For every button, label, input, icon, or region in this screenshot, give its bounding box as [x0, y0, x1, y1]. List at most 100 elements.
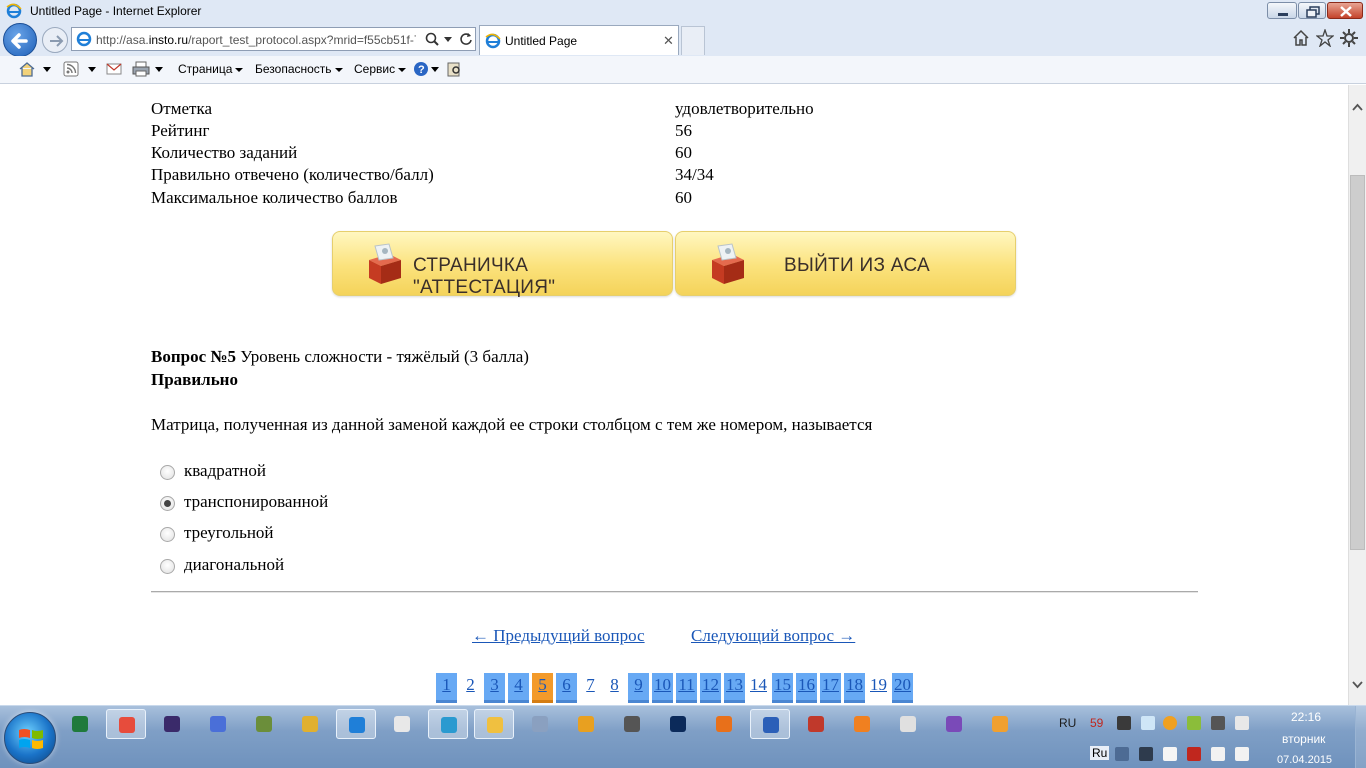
- tools-menu[interactable]: Сервис: [354, 62, 407, 76]
- back-button[interactable]: [3, 23, 37, 57]
- taskbar-button-screen[interactable]: [428, 709, 468, 739]
- page-link[interactable]: 2: [460, 673, 481, 703]
- page-link[interactable]: 13: [724, 673, 745, 703]
- nvidia-icon[interactable]: [1117, 716, 1131, 730]
- taskbar-button-audio[interactable]: [520, 709, 560, 739]
- taskbar-button-chrome[interactable]: [106, 709, 146, 739]
- taskbar-button-vs[interactable]: [934, 709, 974, 739]
- search-icon[interactable]: [424, 31, 440, 47]
- radio-button[interactable]: [160, 559, 175, 574]
- taskbar-button-firefox[interactable]: [704, 709, 744, 739]
- page-link[interactable]: 8: [604, 673, 625, 703]
- page-link[interactable]: 17: [820, 673, 841, 703]
- new-tab-button[interactable]: [681, 26, 705, 55]
- help-icon[interactable]: ?: [413, 61, 429, 77]
- minimize-button[interactable]: [1267, 2, 1297, 19]
- language-indicator[interactable]: RU: [1059, 716, 1076, 730]
- page-link[interactable]: 6: [556, 673, 577, 703]
- page-link[interactable]: 18: [844, 673, 865, 703]
- taskbar-button-camera[interactable]: [612, 709, 652, 739]
- page-link[interactable]: 9: [628, 673, 649, 703]
- chevron-down-icon[interactable]: [431, 67, 439, 72]
- chevron-down-icon[interactable]: [88, 67, 96, 72]
- gear-icon[interactable]: [1340, 29, 1358, 47]
- page-link-current[interactable]: 5: [532, 673, 553, 703]
- next-question-link[interactable]: Следующий вопрос →: [691, 626, 855, 646]
- orange-circle-icon[interactable]: [1163, 716, 1177, 730]
- safety-menu[interactable]: Безопасность: [255, 62, 343, 76]
- battery-icon[interactable]: [1211, 747, 1225, 761]
- scroll-up-icon[interactable]: [1349, 85, 1366, 125]
- taskbar-button-burn[interactable]: [796, 709, 836, 739]
- page-menu[interactable]: Страница: [178, 62, 244, 76]
- taskbar-button-calc[interactable]: [888, 709, 928, 739]
- radio-button[interactable]: [160, 465, 175, 480]
- taskbar-button-word[interactable]: [750, 709, 790, 739]
- taskbar-button-excel[interactable]: [60, 709, 100, 739]
- taskbar-button-ie[interactable]: [336, 709, 376, 739]
- taskbar-button-d-app[interactable]: [198, 709, 238, 739]
- taskbar-button-explorer[interactable]: [474, 709, 514, 739]
- chevron-down-icon[interactable]: [43, 67, 51, 72]
- previous-question-link[interactable]: ← Предыдущий вопрос: [472, 626, 645, 646]
- attestation-page-button[interactable]: СТРАНИЧКА "АТТЕСТАЦИЯ": [332, 231, 673, 298]
- radio-button[interactable]: [160, 527, 175, 542]
- taskbar-button-wifi-app[interactable]: [382, 709, 422, 739]
- pen-icon[interactable]: [1235, 716, 1249, 730]
- address-bar[interactable]: http://asa.insto.ru/raport_test_protocol…: [71, 27, 476, 51]
- home-icon[interactable]: [1292, 29, 1310, 47]
- page-link[interactable]: 14: [748, 673, 769, 703]
- print-icon[interactable]: [132, 61, 150, 77]
- address-url[interactable]: http://asa.insto.ru/raport_test_protocol…: [96, 33, 416, 47]
- stack-icon[interactable]: [1187, 716, 1201, 730]
- taskbar-button-notes[interactable]: [290, 709, 330, 739]
- clock-date[interactable]: 07.04.2015: [1277, 754, 1332, 766]
- taskbar-button-media[interactable]: [152, 709, 192, 739]
- page-link[interactable]: 20: [892, 673, 913, 703]
- page-link[interactable]: 4: [508, 673, 529, 703]
- refresh-icon[interactable]: [458, 31, 474, 47]
- page-link[interactable]: 12: [700, 673, 721, 703]
- clock-weekday[interactable]: вторник: [1282, 732, 1325, 746]
- clock-time[interactable]: 22:16: [1291, 710, 1321, 724]
- dropbox-icon[interactable]: [1211, 716, 1225, 730]
- research-icon[interactable]: [446, 61, 462, 77]
- taskbar-button-tree[interactable]: [244, 709, 284, 739]
- snowflake-icon[interactable]: [1141, 716, 1155, 730]
- notification-count[interactable]: 59: [1090, 716, 1103, 730]
- forward-button[interactable]: [42, 27, 68, 53]
- volume-icon[interactable]: [1115, 747, 1129, 761]
- restore-button[interactable]: [1298, 2, 1326, 19]
- rss-feed-icon[interactable]: [63, 61, 79, 77]
- mail-icon[interactable]: [106, 61, 122, 77]
- close-window-button[interactable]: [1327, 2, 1363, 19]
- taskbar-button-player[interactable]: [980, 709, 1020, 739]
- page-link[interactable]: 16: [796, 673, 817, 703]
- show-desktop-button[interactable]: [1355, 706, 1366, 768]
- network-bars-icon[interactable]: [1235, 747, 1249, 761]
- taskbar-button-photoshop[interactable]: [658, 709, 698, 739]
- page-link[interactable]: 15: [772, 673, 793, 703]
- page-link[interactable]: 10: [652, 673, 673, 703]
- chevron-down-icon[interactable]: [155, 67, 163, 72]
- taskbar-button-two-app[interactable]: [842, 709, 882, 739]
- chevron-down-icon[interactable]: [444, 37, 452, 43]
- speaker-icon[interactable]: [1187, 747, 1201, 761]
- start-button[interactable]: [4, 712, 56, 764]
- page-link[interactable]: 1: [436, 673, 457, 703]
- display-icon[interactable]: [1139, 747, 1153, 761]
- page-link[interactable]: 11: [676, 673, 697, 703]
- vertical-scrollbar[interactable]: [1348, 85, 1366, 705]
- keyboard-layout[interactable]: Ru: [1090, 746, 1110, 760]
- action-center-flag-icon[interactable]: [1163, 747, 1177, 761]
- tab-close-icon[interactable]: ✕: [663, 33, 674, 49]
- page-link[interactable]: 7: [580, 673, 601, 703]
- scroll-down-icon[interactable]: [1349, 670, 1366, 705]
- home-icon[interactable]: [18, 61, 36, 77]
- radio-button-selected[interactable]: [160, 496, 175, 511]
- exit-asa-button[interactable]: ВЫЙТИ ИЗ АСА: [675, 231, 1016, 296]
- favorites-star-icon[interactable]: [1316, 29, 1334, 47]
- taskbar-button-triangle-app[interactable]: [566, 709, 606, 739]
- tab-untitled-page[interactable]: Untitled Page ✕: [479, 25, 679, 55]
- page-link[interactable]: 19: [868, 673, 889, 703]
